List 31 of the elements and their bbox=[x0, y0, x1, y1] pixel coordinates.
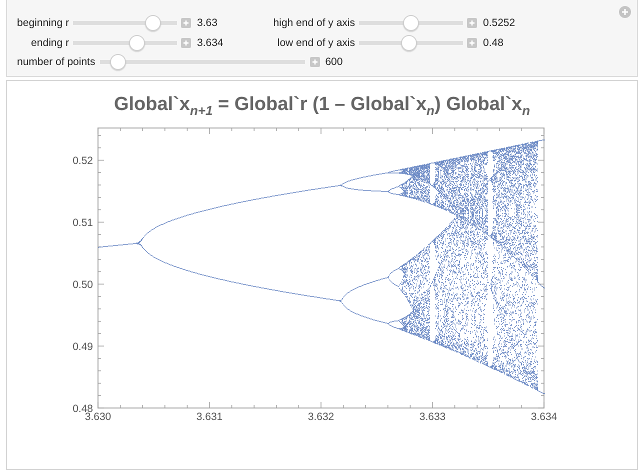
slider-value: 3.63 bbox=[197, 17, 218, 29]
y-tick-label: 0.52 bbox=[72, 155, 93, 167]
slider-thumb[interactable] bbox=[129, 35, 146, 51]
slider-thumb[interactable] bbox=[401, 35, 418, 51]
slider-value: 0.5252 bbox=[483, 17, 516, 29]
slider-label: number of points bbox=[17, 56, 96, 68]
slider-thumb[interactable] bbox=[403, 15, 419, 31]
x-tick-label: 3.634 bbox=[530, 410, 558, 423]
slider-value: 600 bbox=[325, 56, 343, 68]
plus-icon[interactable] bbox=[467, 38, 477, 48]
slider-label: high end of y axis bbox=[272, 17, 355, 29]
y-tick-label: 0.50 bbox=[72, 278, 93, 291]
slider-value: 3.634 bbox=[197, 37, 224, 49]
x-tick-label: 3.633 bbox=[419, 410, 446, 423]
slider-value: 0.48 bbox=[483, 37, 504, 49]
slider-label: low end of y axis bbox=[276, 37, 355, 49]
x-tick-label: 3.630 bbox=[84, 410, 112, 423]
plus-icon[interactable] bbox=[181, 38, 191, 48]
slider-label: beginning r bbox=[17, 17, 69, 29]
plus-circle-icon[interactable] bbox=[619, 6, 631, 18]
slider-label: ending r bbox=[30, 37, 69, 49]
x-tick-label: 3.631 bbox=[196, 410, 223, 423]
plus-icon[interactable] bbox=[310, 57, 320, 67]
y-tick-label: 0.49 bbox=[72, 340, 93, 353]
y-tick-label: 0.51 bbox=[72, 216, 93, 229]
x-tick-label: 3.632 bbox=[308, 410, 334, 423]
plus-icon[interactable] bbox=[181, 18, 191, 28]
plus-icon[interactable] bbox=[467, 18, 477, 28]
plot-title: Global`x$_{n+1}$ = Global`r (1 – Global`x$_{n}$) Global`x$_{n}$ bbox=[114, 94, 530, 118]
slider-thumb[interactable] bbox=[145, 15, 162, 31]
slider-thumb[interactable] bbox=[110, 54, 126, 70]
